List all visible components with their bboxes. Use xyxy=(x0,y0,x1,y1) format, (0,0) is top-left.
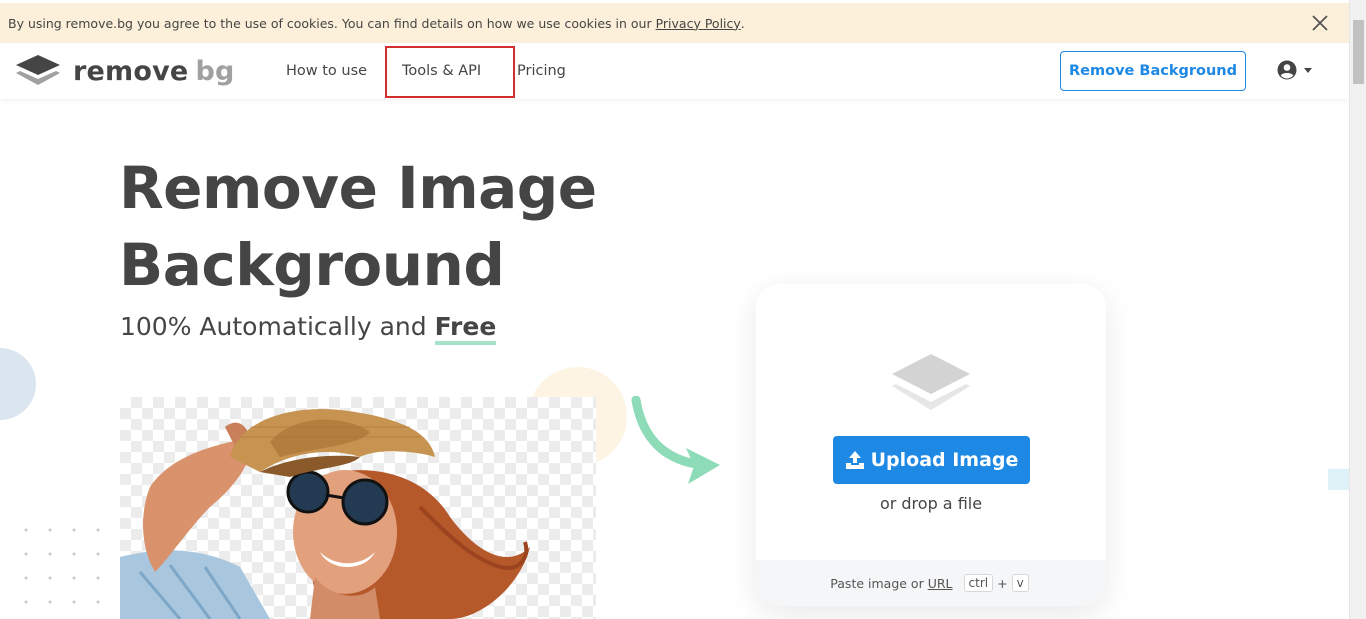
title-line-1: Remove Image xyxy=(119,154,597,222)
hero-subtitle: 100% Automatically and Free xyxy=(120,312,497,345)
page-title: Remove Image Background xyxy=(119,150,597,304)
chevron-down-icon xyxy=(1304,67,1312,73)
plus-sign: + xyxy=(997,575,1008,591)
woman-with-hat-photo xyxy=(120,409,530,619)
upload-icon xyxy=(845,451,864,469)
subtitle-text: 100% Automatically and xyxy=(120,312,427,341)
decorative-square xyxy=(1328,469,1349,490)
cookie-banner-period: . xyxy=(740,15,745,31)
layers-logo-icon xyxy=(16,55,60,85)
nav-tools-api[interactable]: Tools & API xyxy=(402,63,481,79)
scrollbar-thumb[interactable] xyxy=(1353,20,1364,84)
user-menu[interactable] xyxy=(1277,60,1312,80)
logo-bg-text: bg xyxy=(195,55,235,87)
subtitle-free: Free xyxy=(434,312,497,345)
layers-icon xyxy=(892,354,970,410)
privacy-policy-link[interactable]: Privacy Policy xyxy=(656,16,741,31)
cookie-banner-text: By using remove.bg you agree to the use … xyxy=(8,15,652,31)
curved-arrow-icon xyxy=(631,396,720,484)
v-key: v xyxy=(1011,574,1029,592)
page-scrollbar[interactable] xyxy=(1349,0,1366,619)
upload-button-label: Upload Image xyxy=(870,449,1019,471)
upload-image-button[interactable]: Upload Image xyxy=(833,436,1030,484)
decorative-circle xyxy=(0,348,36,420)
logo-wordmark: remove bg xyxy=(73,56,235,87)
paste-hint: Paste image or URL ctrl + v xyxy=(756,560,1106,606)
removebg-logo[interactable]: remove bg xyxy=(16,55,235,87)
nav-pricing[interactable]: Pricing xyxy=(517,63,566,79)
paste-text: Paste image or xyxy=(830,575,924,591)
upload-card: Upload Image or drop a file Paste image … xyxy=(756,284,1106,606)
cookie-banner: By using remove.bg you agree to the use … xyxy=(0,3,1349,43)
user-circle-icon xyxy=(1277,60,1297,80)
ctrl-key: ctrl xyxy=(963,574,994,592)
decorative-dot-grid xyxy=(14,518,114,618)
drop-file-text: or drop a file xyxy=(879,494,983,513)
remove-background-button[interactable]: Remove Background xyxy=(1060,51,1246,91)
top-navbar: remove bg How to use Tools & API Pricing … xyxy=(0,43,1349,99)
example-cutout-image xyxy=(120,397,596,619)
logo-remove-text: remove xyxy=(73,55,189,87)
close-icon[interactable] xyxy=(1309,12,1331,34)
paste-url-link[interactable]: URL xyxy=(928,576,953,591)
nav-how-to-use[interactable]: How to use xyxy=(286,63,367,79)
title-line-2: Background xyxy=(119,231,505,299)
